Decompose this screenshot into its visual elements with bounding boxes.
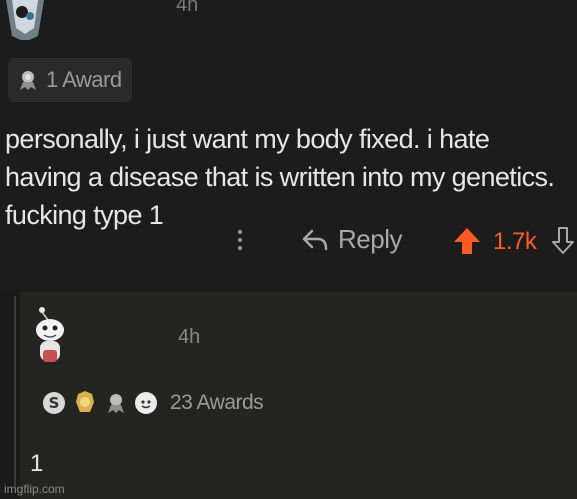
downvote-arrow-icon[interactable] — [551, 226, 575, 256]
avatar[interactable] — [0, 0, 50, 40]
gold-award-icon — [76, 391, 94, 412]
upvote-arrow-icon[interactable] — [452, 226, 482, 256]
reply-timestamp: 4h — [178, 326, 201, 348]
thread-line[interactable] — [14, 296, 16, 486]
award-badge[interactable]: 1 Award — [8, 58, 132, 102]
reply-arrow-icon — [302, 229, 328, 250]
reply-body: 1 — [30, 450, 44, 477]
reply-label: Reply — [338, 224, 402, 254]
kebab-menu-icon[interactable] — [233, 226, 247, 258]
reply-button[interactable]: Reply — [302, 224, 402, 255]
awards-count: 23 Awards — [170, 391, 264, 414]
award-icon — [108, 394, 124, 413]
comment-actions: Reply 1.7k — [0, 218, 577, 264]
silver-award-icon: S — [43, 392, 65, 414]
comment-timestamp: 4h — [176, 0, 199, 16]
avatar[interactable] — [30, 306, 70, 373]
svg-text:S: S — [49, 394, 60, 412]
award-badges[interactable]: S 23 Awards — [42, 390, 264, 416]
award-count: 1 Award — [46, 67, 122, 92]
vote-score: 1.7k — [493, 228, 537, 255]
award-icon — [20, 71, 36, 90]
helpful-award-icon — [135, 392, 157, 414]
comment-body: personally, i just want my body fixed. i… — [5, 124, 555, 230]
watermark: imgflip.com — [4, 482, 65, 496]
